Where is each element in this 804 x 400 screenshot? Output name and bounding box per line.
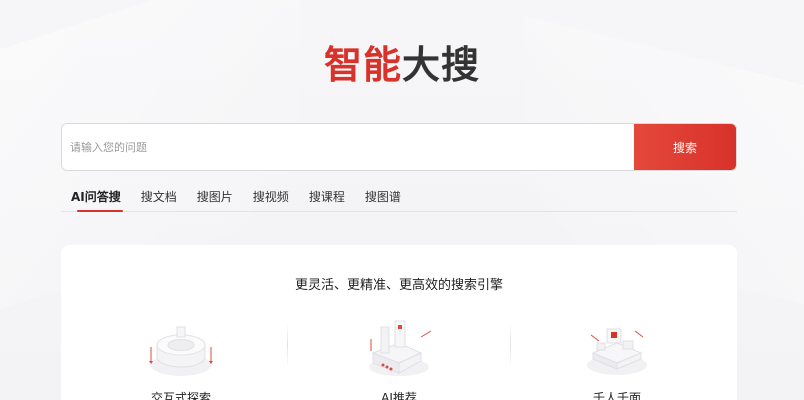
- feature-card: 更灵活、更精准、更高效的搜索引擎 交互式探索 AI推荐 千人千面: [61, 245, 737, 400]
- feature-label: AI推荐: [381, 391, 417, 400]
- feature-interactive-explore: 交互式探索: [111, 317, 251, 400]
- tab-courses[interactable]: 搜课程: [299, 186, 355, 211]
- logo-part-dark: 大搜: [402, 43, 481, 87]
- search-type-tabs: AI问答搜 搜文档 搜图片 搜视频 搜课程 搜图谱: [61, 186, 737, 212]
- divider: [287, 323, 288, 367]
- ai-recommend-illustration: [369, 320, 432, 376]
- tab-documents[interactable]: 搜文档: [131, 186, 187, 211]
- divider: [510, 323, 511, 367]
- feature-ai-recommend: AI推荐: [329, 317, 469, 400]
- feature-label: 交互式探索: [150, 391, 211, 400]
- search-bar: 搜索: [61, 123, 737, 171]
- feature-label: 千人千面: [592, 391, 641, 400]
- search-button[interactable]: 搜索: [634, 124, 736, 170]
- personalized-illustration: [587, 328, 647, 375]
- tab-ai-qa[interactable]: AI问答搜: [61, 186, 131, 212]
- search-input[interactable]: [62, 124, 634, 170]
- tab-videos[interactable]: 搜视频: [243, 186, 299, 211]
- card-title: 更灵活、更精准、更高效的搜索引擎: [294, 278, 503, 293]
- interactive-explore-illustration: [149, 326, 213, 376]
- feature-personalized: 千人千面: [547, 317, 687, 400]
- logo: 智能大搜: [0, 34, 804, 89]
- tab-knowledge-graph[interactable]: 搜图谱: [355, 186, 411, 211]
- logo-part-red: 智能: [323, 43, 402, 87]
- tab-images[interactable]: 搜图片: [187, 186, 243, 211]
